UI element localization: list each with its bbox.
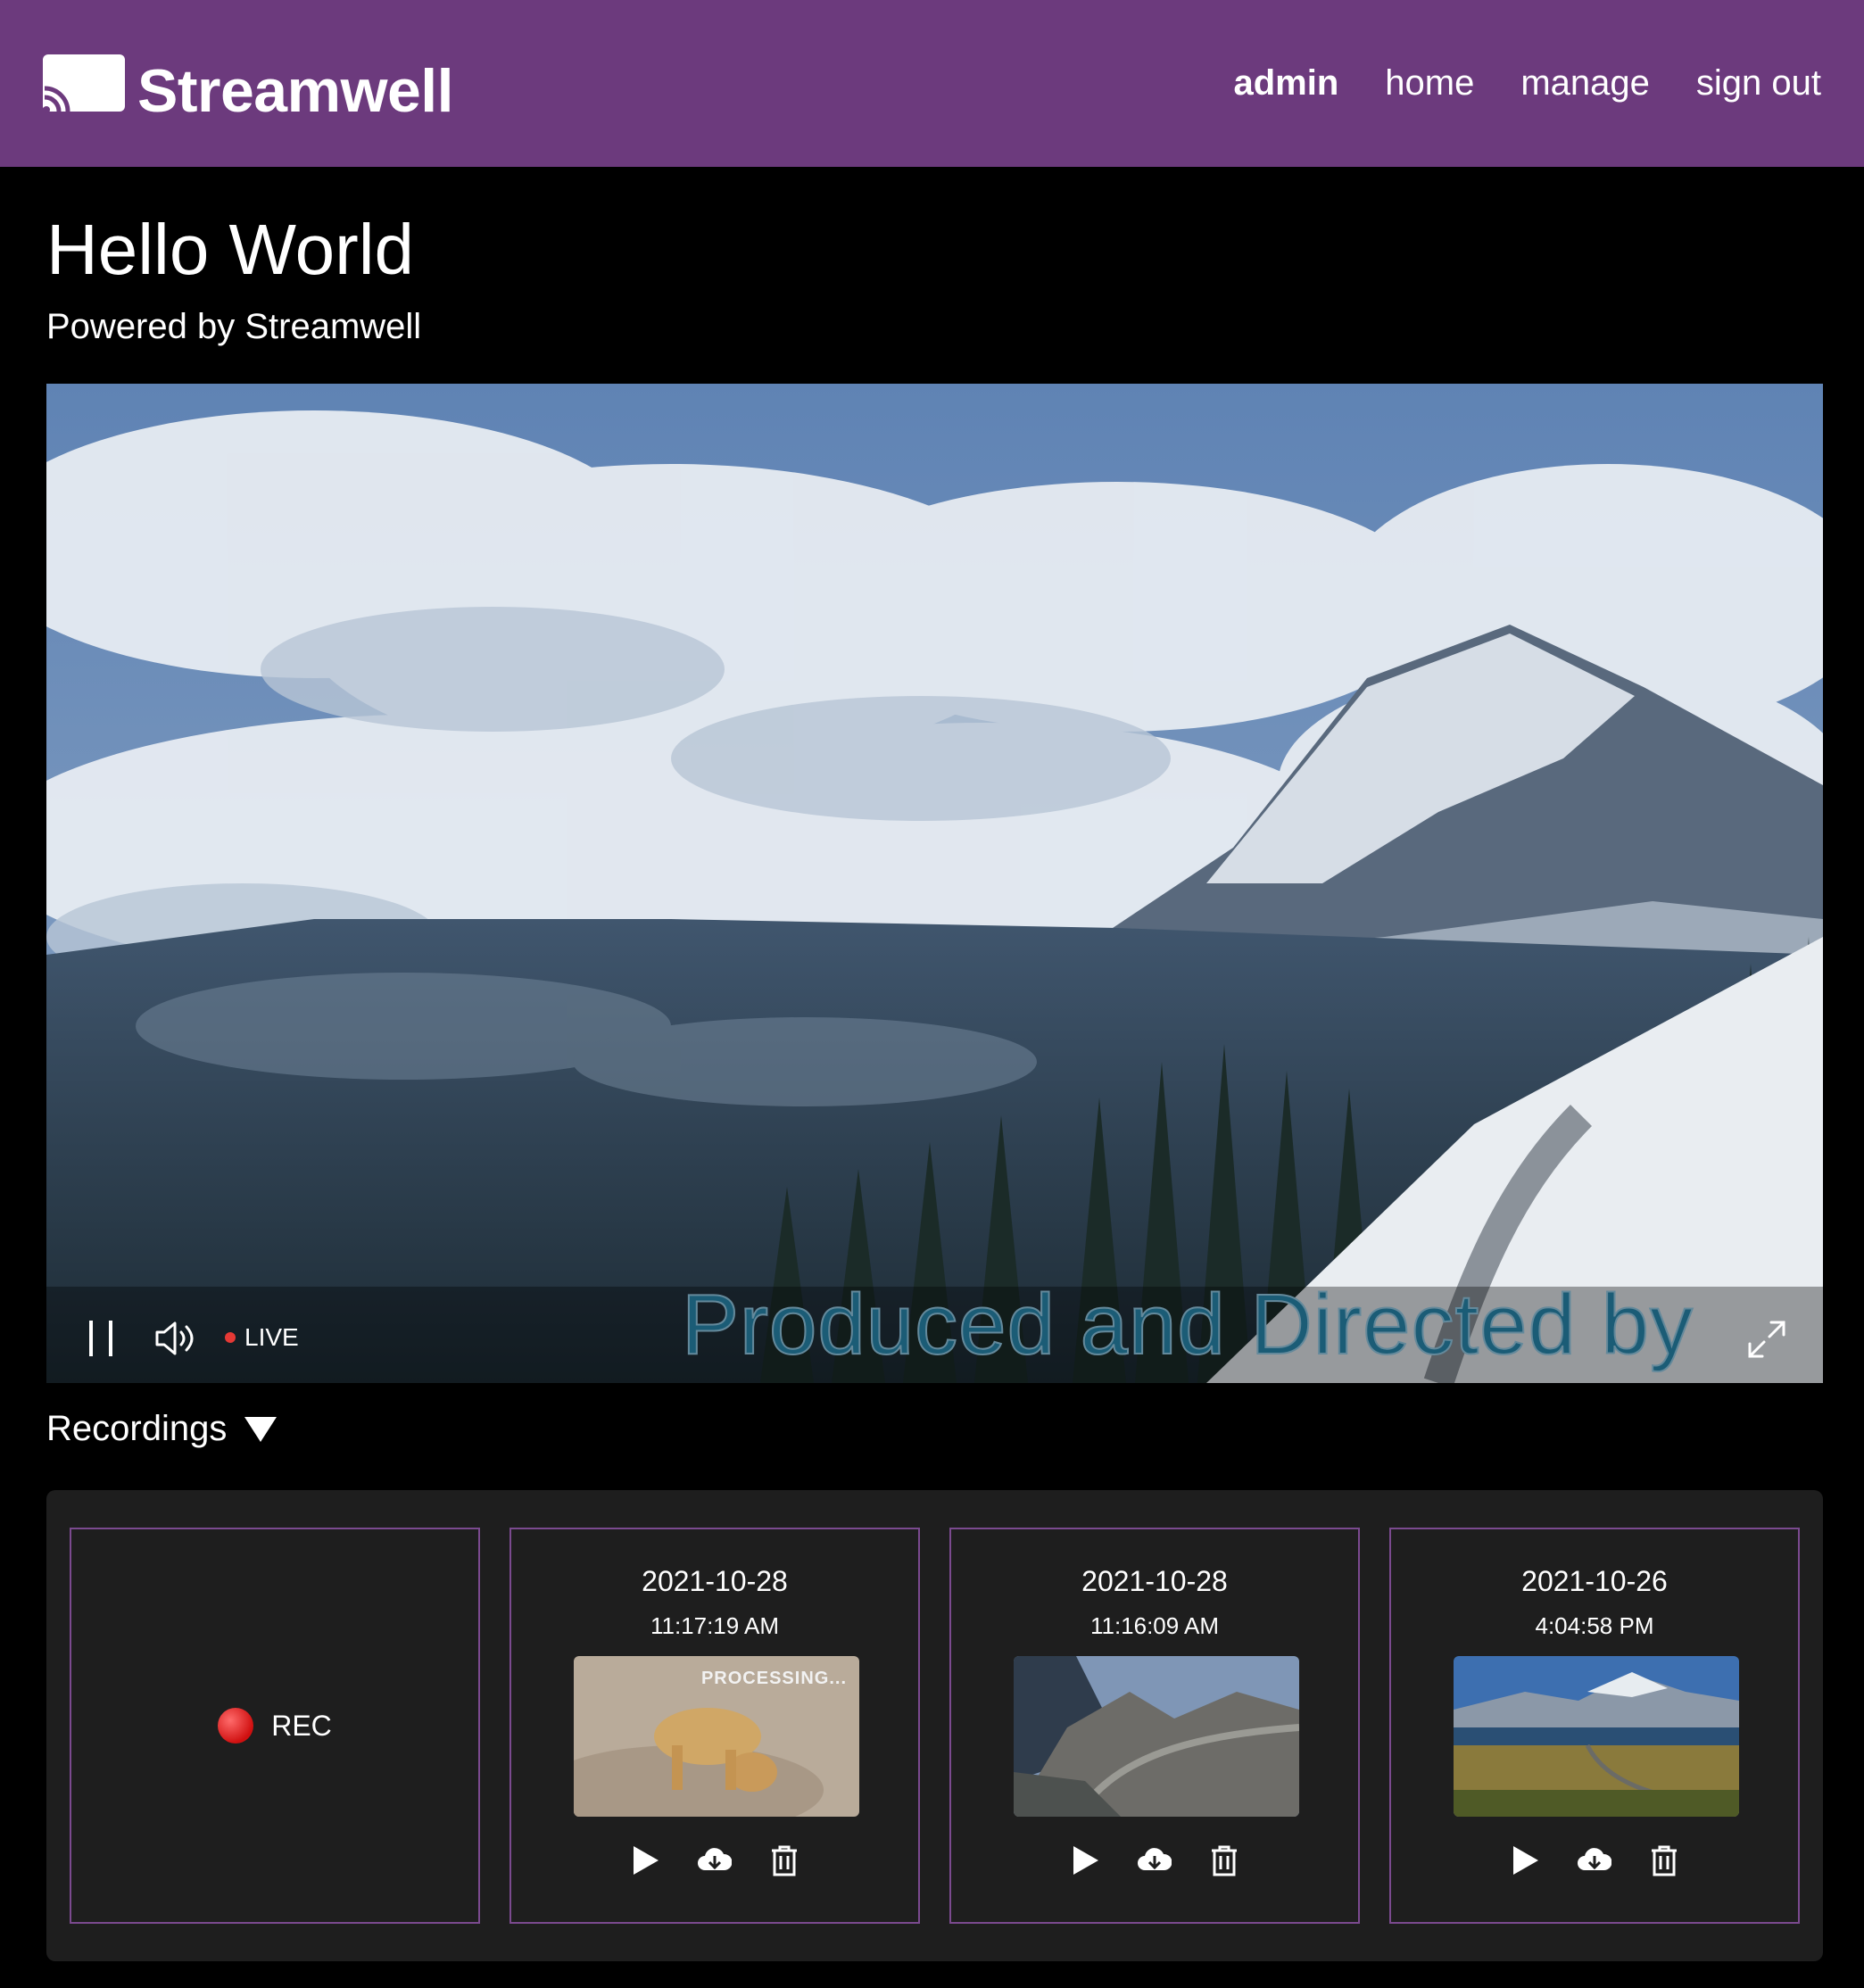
processing-badge: PROCESSING... <box>700 1669 847 1688</box>
record-dot-icon <box>218 1708 254 1744</box>
live-dot-icon <box>225 1332 236 1343</box>
fullscreen-icon[interactable] <box>1746 1319 1787 1360</box>
page-title: Hello World <box>46 210 414 289</box>
trash-icon[interactable] <box>767 1843 801 1877</box>
live-indicator: LIVE <box>225 1322 299 1353</box>
record-button[interactable]: REC <box>71 1529 478 1922</box>
recording-thumbnail[interactable] <box>1454 1656 1739 1817</box>
recordings-toggle[interactable]: Recordings <box>46 1406 278 1451</box>
recording-card: 2021-10-28 11:16:09 AM <box>949 1528 1360 1924</box>
triangle-down-icon[interactable] <box>243 1413 278 1444</box>
trash-icon[interactable] <box>1207 1843 1241 1877</box>
brand-name[interactable]: Streamwell <box>137 55 454 127</box>
recording-date: 2021-10-28 <box>642 1565 788 1597</box>
nav-admin[interactable]: admin <box>1233 61 1338 105</box>
recording-thumbnail[interactable] <box>1014 1656 1299 1817</box>
record-label: REC <box>271 1710 332 1742</box>
video-frame <box>46 384 1823 1383</box>
nav-sign-out[interactable]: sign out <box>1696 61 1821 105</box>
page-subtitle: Powered by Streamwell <box>46 307 422 346</box>
live-label: LIVE <box>244 1323 299 1351</box>
play-icon[interactable] <box>1508 1843 1542 1877</box>
recording-date: 2021-10-28 <box>1081 1565 1228 1597</box>
nav-manage[interactable]: manage <box>1520 61 1650 105</box>
video-player[interactable]: Produced and Directed by LIVE <box>46 384 1823 1383</box>
nav-home[interactable]: home <box>1385 61 1474 105</box>
record-card: REC <box>70 1528 480 1924</box>
play-icon[interactable] <box>1068 1843 1102 1877</box>
recordings-panel: REC 2021-10-28 11:17:19 AM PROCESSING... <box>46 1490 1823 1961</box>
volume-icon[interactable] <box>153 1319 198 1358</box>
top-navbar: Streamwell admin home manage sign out <box>0 0 1864 167</box>
download-icon[interactable] <box>1138 1843 1172 1877</box>
recordings-title: Recordings <box>46 1409 228 1448</box>
player-controls: LIVE <box>46 1287 1823 1383</box>
trash-icon[interactable] <box>1647 1843 1681 1877</box>
download-icon[interactable] <box>698 1843 732 1877</box>
recording-time: 4:04:58 PM <box>1535 1612 1654 1639</box>
main-nav: admin home manage sign out <box>1187 61 1821 105</box>
recording-card: 2021-10-26 4:04:58 PM <box>1389 1528 1800 1924</box>
recording-date: 2021-10-26 <box>1521 1565 1668 1597</box>
recording-time: 11:17:19 AM <box>650 1612 780 1639</box>
recording-card: 2021-10-28 11:17:19 AM PROCESSING... <box>509 1528 920 1924</box>
download-icon[interactable] <box>1578 1843 1611 1877</box>
streamwell-logo-icon[interactable] <box>43 54 125 114</box>
play-icon[interactable] <box>628 1843 662 1877</box>
recording-time: 11:16:09 AM <box>1089 1612 1220 1639</box>
pause-icon[interactable] <box>86 1321 116 1356</box>
recording-thumbnail[interactable]: PROCESSING... <box>574 1656 859 1817</box>
